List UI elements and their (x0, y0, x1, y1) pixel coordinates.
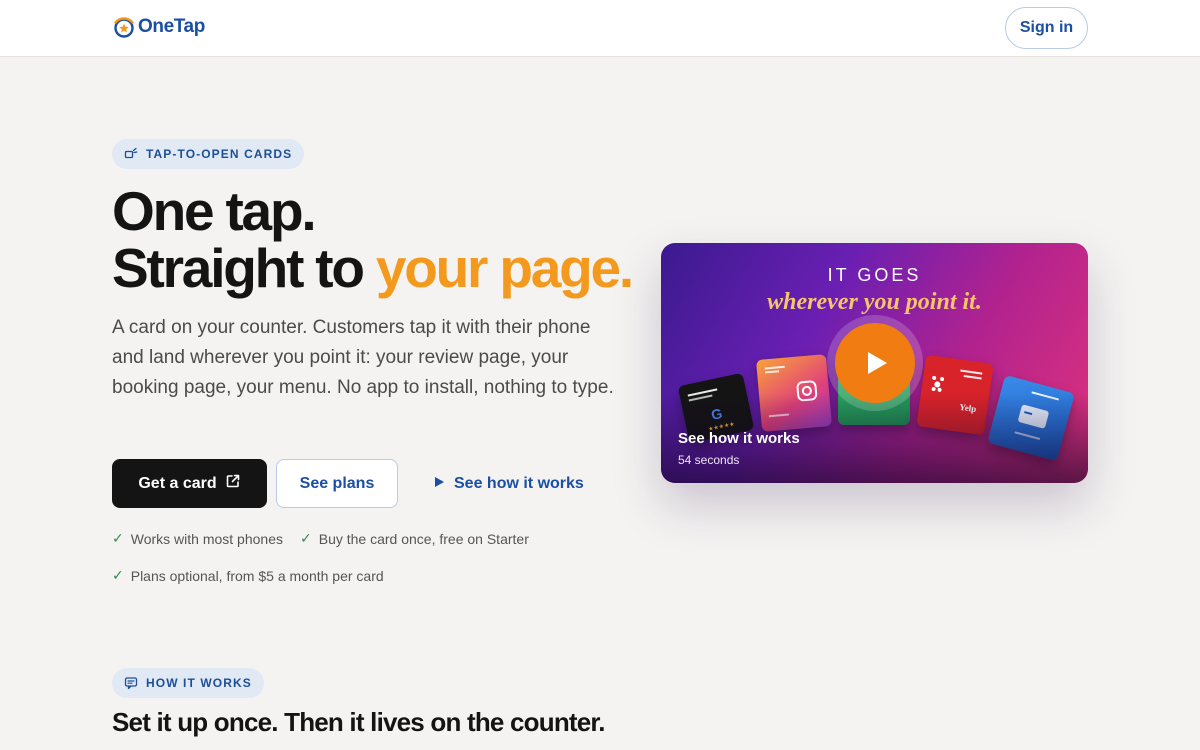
hero-description: A card on your counter. Customers tap it… (112, 317, 614, 398)
site-header: OneTap Sign in (0, 0, 1200, 57)
video-player[interactable]: IT GOES wherever you point it. G ★★★★★ (661, 243, 1088, 483)
logo-text: OneTap (138, 16, 205, 37)
check-icon: ✓ (300, 530, 312, 546)
get-a-card-button[interactable]: Get a card (112, 459, 267, 508)
check-icon: ✓ (112, 567, 124, 583)
tap-icon (124, 147, 138, 161)
logo-icon (112, 15, 136, 39)
hero-title-line2: Straight to your page. (112, 237, 634, 299)
hero-title-line1: One tap. (112, 180, 317, 242)
see-plans-button[interactable]: See plans (276, 459, 398, 508)
video-caption: See how it works (678, 430, 800, 447)
feature-check-label: Works with most phones (130, 530, 283, 547)
hero-title-line2-prefix: Straight to (112, 237, 376, 299)
feature-check-label: Plans optional, from $5 a month per card (130, 567, 384, 584)
feature-check: ✓ Plans optional, from $5 a month per ca… (112, 567, 384, 584)
video-duration: 54 seconds (678, 453, 740, 467)
play-triangle (868, 352, 887, 374)
play-triangle-icon (433, 475, 445, 493)
play-icon[interactable] (835, 323, 915, 403)
video-headline: IT GOES (827, 265, 922, 285)
feature-check: ✓ Works with most phones (112, 530, 283, 547)
hero-title: One tap. Straight to your page. (112, 180, 634, 299)
check-icon: ✓ (112, 530, 124, 546)
get-a-card-label: Get a card (138, 474, 217, 492)
see-how-it-works-label: See how it works (454, 474, 584, 492)
logo[interactable]: OneTap (112, 14, 205, 40)
see-how-it-works-link[interactable]: See how it works (433, 459, 584, 508)
how-it-works-title: Set it up once. Then it lives on the cou… (112, 707, 606, 737)
sign-in-button[interactable]: Sign in (1005, 7, 1088, 49)
feature-check-label: Buy the card once, free on Starter (318, 530, 529, 547)
hero-badge: TAP-TO-OPEN CARDS (112, 139, 305, 169)
chat-icon (124, 676, 138, 690)
video-script-text: wherever you point it. (767, 289, 982, 315)
how-it-works-badge: HOW IT WORKS (112, 668, 264, 698)
feature-check: ✓ Buy the card once, free on Starter (300, 530, 529, 547)
how-it-works-badge-label: HOW IT WORKS (146, 676, 252, 690)
hero-badge-label: TAP-TO-OPEN CARDS (146, 147, 293, 161)
external-link-icon (225, 473, 241, 494)
hero-title-accent: your page. (375, 237, 634, 299)
